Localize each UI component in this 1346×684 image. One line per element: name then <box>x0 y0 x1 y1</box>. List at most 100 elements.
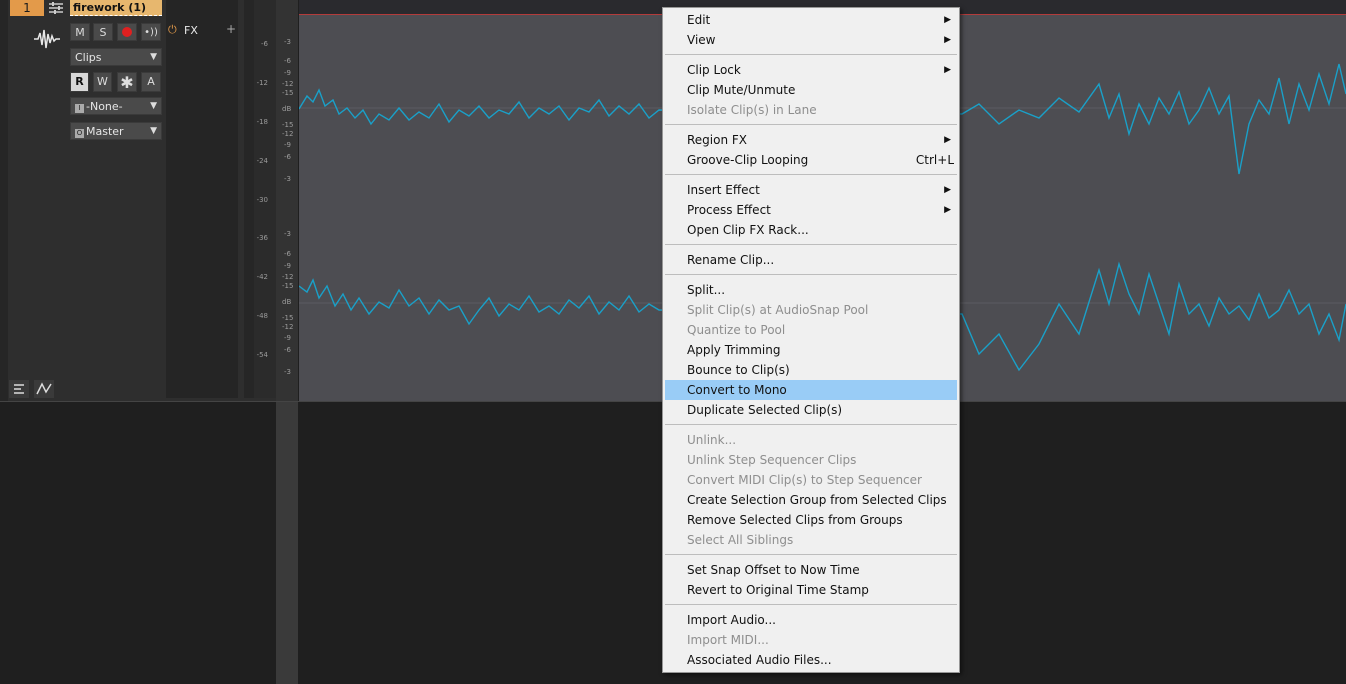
track-name-field[interactable]: firework (1) <box>70 0 162 16</box>
menu-item-label: Split Clip(s) at AudioSnap Pool <box>687 303 869 317</box>
db-label: -6 <box>284 153 291 161</box>
menu-item-label: Bounce to Clip(s) <box>687 363 790 377</box>
output-badge: O <box>75 129 84 138</box>
menu-item-shortcut: Ctrl+L <box>915 153 954 167</box>
menu-item-duplicate-selected-clip-s[interactable]: Duplicate Selected Clip(s) <box>663 400 959 420</box>
menu-item-remove-selected-clips-from-groups[interactable]: Remove Selected Clips from Groups <box>663 510 959 530</box>
track-view-icon[interactable] <box>9 380 29 398</box>
input-echo-button[interactable]: •)) <box>141 23 161 41</box>
output-dropdown[interactable]: O Master ▼ <box>70 122 162 140</box>
fx-power-icon[interactable]: ⏻ <box>168 23 180 37</box>
db-label: -12 <box>282 80 294 88</box>
menu-separator <box>665 124 957 125</box>
menu-item-view[interactable]: View ▶ <box>663 30 959 50</box>
submenu-arrow-icon: ▶ <box>944 135 951 145</box>
menu-item-label: Duplicate Selected Clip(s) <box>687 403 843 417</box>
menu-item-import-audio[interactable]: Import Audio... <box>663 610 959 630</box>
archive-button[interactable]: A <box>141 72 161 92</box>
menu-item-label: Open Clip FX Rack... <box>687 223 809 237</box>
menu-item-label: Convert MIDI Clip(s) to Step Sequencer <box>687 473 922 487</box>
menu-item-label: Quantize to Pool <box>687 323 786 337</box>
menu-item-select-all-siblings: Select All Siblings <box>663 530 959 550</box>
track-left-strip <box>0 0 8 401</box>
db-label: -12 <box>282 273 294 281</box>
menu-item-apply-trimming[interactable]: Apply Trimming <box>663 340 959 360</box>
menu-item-insert-effect[interactable]: Insert Effect ▶ <box>663 180 959 200</box>
read-automation-button[interactable]: R <box>70 72 89 92</box>
empty-track-scale <box>276 402 298 684</box>
input-dropdown-value: -None- <box>86 100 123 113</box>
menu-separator <box>665 424 957 425</box>
fx-add-button[interactable]: + <box>226 22 236 36</box>
db-label: -6 <box>284 250 291 258</box>
menu-item-associated-audio-files[interactable]: Associated Audio Files... <box>663 650 959 670</box>
menu-item-label: Select All Siblings <box>687 533 794 547</box>
meter-tick: -6 <box>261 40 268 48</box>
meter-tick: -54 <box>256 351 268 359</box>
clips-dropdown[interactable]: Clips ▼ <box>70 48 162 66</box>
db-label: -9 <box>284 262 291 270</box>
menu-item-convert-to-mono[interactable]: Convert to Mono <box>665 380 957 400</box>
menu-item-bounce-to-clip-s[interactable]: Bounce to Clip(s) <box>663 360 959 380</box>
dropdown-arrow-icon: ▼ <box>150 126 157 136</box>
menu-item-label: Unlink Step Sequencer Clips <box>687 453 857 467</box>
write-automation-button[interactable]: W <box>93 72 112 92</box>
db-label: -3 <box>284 230 291 238</box>
automation-lane-icon[interactable] <box>34 380 54 398</box>
menu-item-unlink: Unlink... <box>663 430 959 450</box>
menu-item-groove-clip-looping[interactable]: Groove-Clip Looping Ctrl+L <box>663 150 959 170</box>
menu-item-set-snap-offset-to-now-time[interactable]: Set Snap Offset to Now Time <box>663 560 959 580</box>
menu-item-label: Set Snap Offset to Now Time <box>687 563 860 577</box>
menu-item-label: Import Audio... <box>687 613 776 627</box>
menu-item-import-midi: Import MIDI... <box>663 630 959 650</box>
menu-item-region-fx[interactable]: Region FX ▶ <box>663 130 959 150</box>
db-label: dB <box>282 298 292 306</box>
db-label: -3 <box>284 38 291 46</box>
menu-separator <box>665 274 957 275</box>
menu-separator <box>665 554 957 555</box>
input-dropdown[interactable]: I -None- ▼ <box>70 97 162 115</box>
db-label: -9 <box>284 69 291 77</box>
clips-dropdown-value: Clips <box>75 51 102 64</box>
menu-item-label: Edit <box>687 13 711 27</box>
db-label: -6 <box>284 346 291 354</box>
menu-item-split[interactable]: Split... <box>663 280 959 300</box>
menu-item-label: Apply Trimming <box>687 343 781 357</box>
input-echo-icon: •)) <box>144 27 158 38</box>
submenu-arrow-icon: ▶ <box>944 35 951 45</box>
menu-item-create-selection-group-from-selected-clips[interactable]: Create Selection Group from Selected Cli… <box>663 490 959 510</box>
track-inspector-icon[interactable] <box>46 1 66 17</box>
submenu-arrow-icon: ▶ <box>944 185 951 195</box>
menu-item-process-effect[interactable]: Process Effect ▶ <box>663 200 959 220</box>
track-number[interactable]: 1 <box>10 0 44 16</box>
menu-separator <box>665 244 957 245</box>
menu-item-revert-to-original-time-stamp[interactable]: Revert to Original Time Stamp <box>663 580 959 600</box>
db-label: -12 <box>282 323 294 331</box>
solo-button[interactable]: S <box>93 23 113 41</box>
menu-item-label: Clip Lock <box>687 63 741 77</box>
menu-item-isolate-clip-s-in-lane: Isolate Clip(s) in Lane <box>663 100 959 120</box>
menu-item-open-clip-fx-rack[interactable]: Open Clip FX Rack... <box>663 220 959 240</box>
db-label: dB <box>282 105 292 113</box>
db-label: -9 <box>284 141 291 149</box>
meter-tick: -36 <box>256 234 268 242</box>
menu-item-rename-clip[interactable]: Rename Clip... <box>663 250 959 270</box>
record-arm-button[interactable] <box>117 23 137 41</box>
menu-item-edit[interactable]: Edit ▶ <box>663 10 959 30</box>
mute-button[interactable]: M <box>70 23 90 41</box>
menu-item-label: Convert to Mono <box>687 383 787 397</box>
submenu-arrow-icon: ▶ <box>944 65 951 75</box>
menu-item-convert-midi-clip-s-to-step-sequencer: Convert MIDI Clip(s) to Step Sequencer <box>663 470 959 490</box>
menu-item-label: Create Selection Group from Selected Cli… <box>687 493 947 507</box>
db-label: -3 <box>284 175 291 183</box>
menu-item-label: Unlink... <box>687 433 737 447</box>
menu-item-label: Clip Mute/Unmute <box>687 83 796 97</box>
fx-label: FX <box>184 24 198 37</box>
db-label: -9 <box>284 334 291 342</box>
freeze-button[interactable]: ✱ <box>117 72 137 92</box>
audio-track-icon <box>32 24 62 54</box>
menu-item-clip-mute-unmute[interactable]: Clip Mute/Unmute <box>663 80 959 100</box>
input-badge: I <box>75 104 84 113</box>
menu-item-label: Insert Effect <box>687 183 760 197</box>
menu-item-clip-lock[interactable]: Clip Lock ▶ <box>663 60 959 80</box>
